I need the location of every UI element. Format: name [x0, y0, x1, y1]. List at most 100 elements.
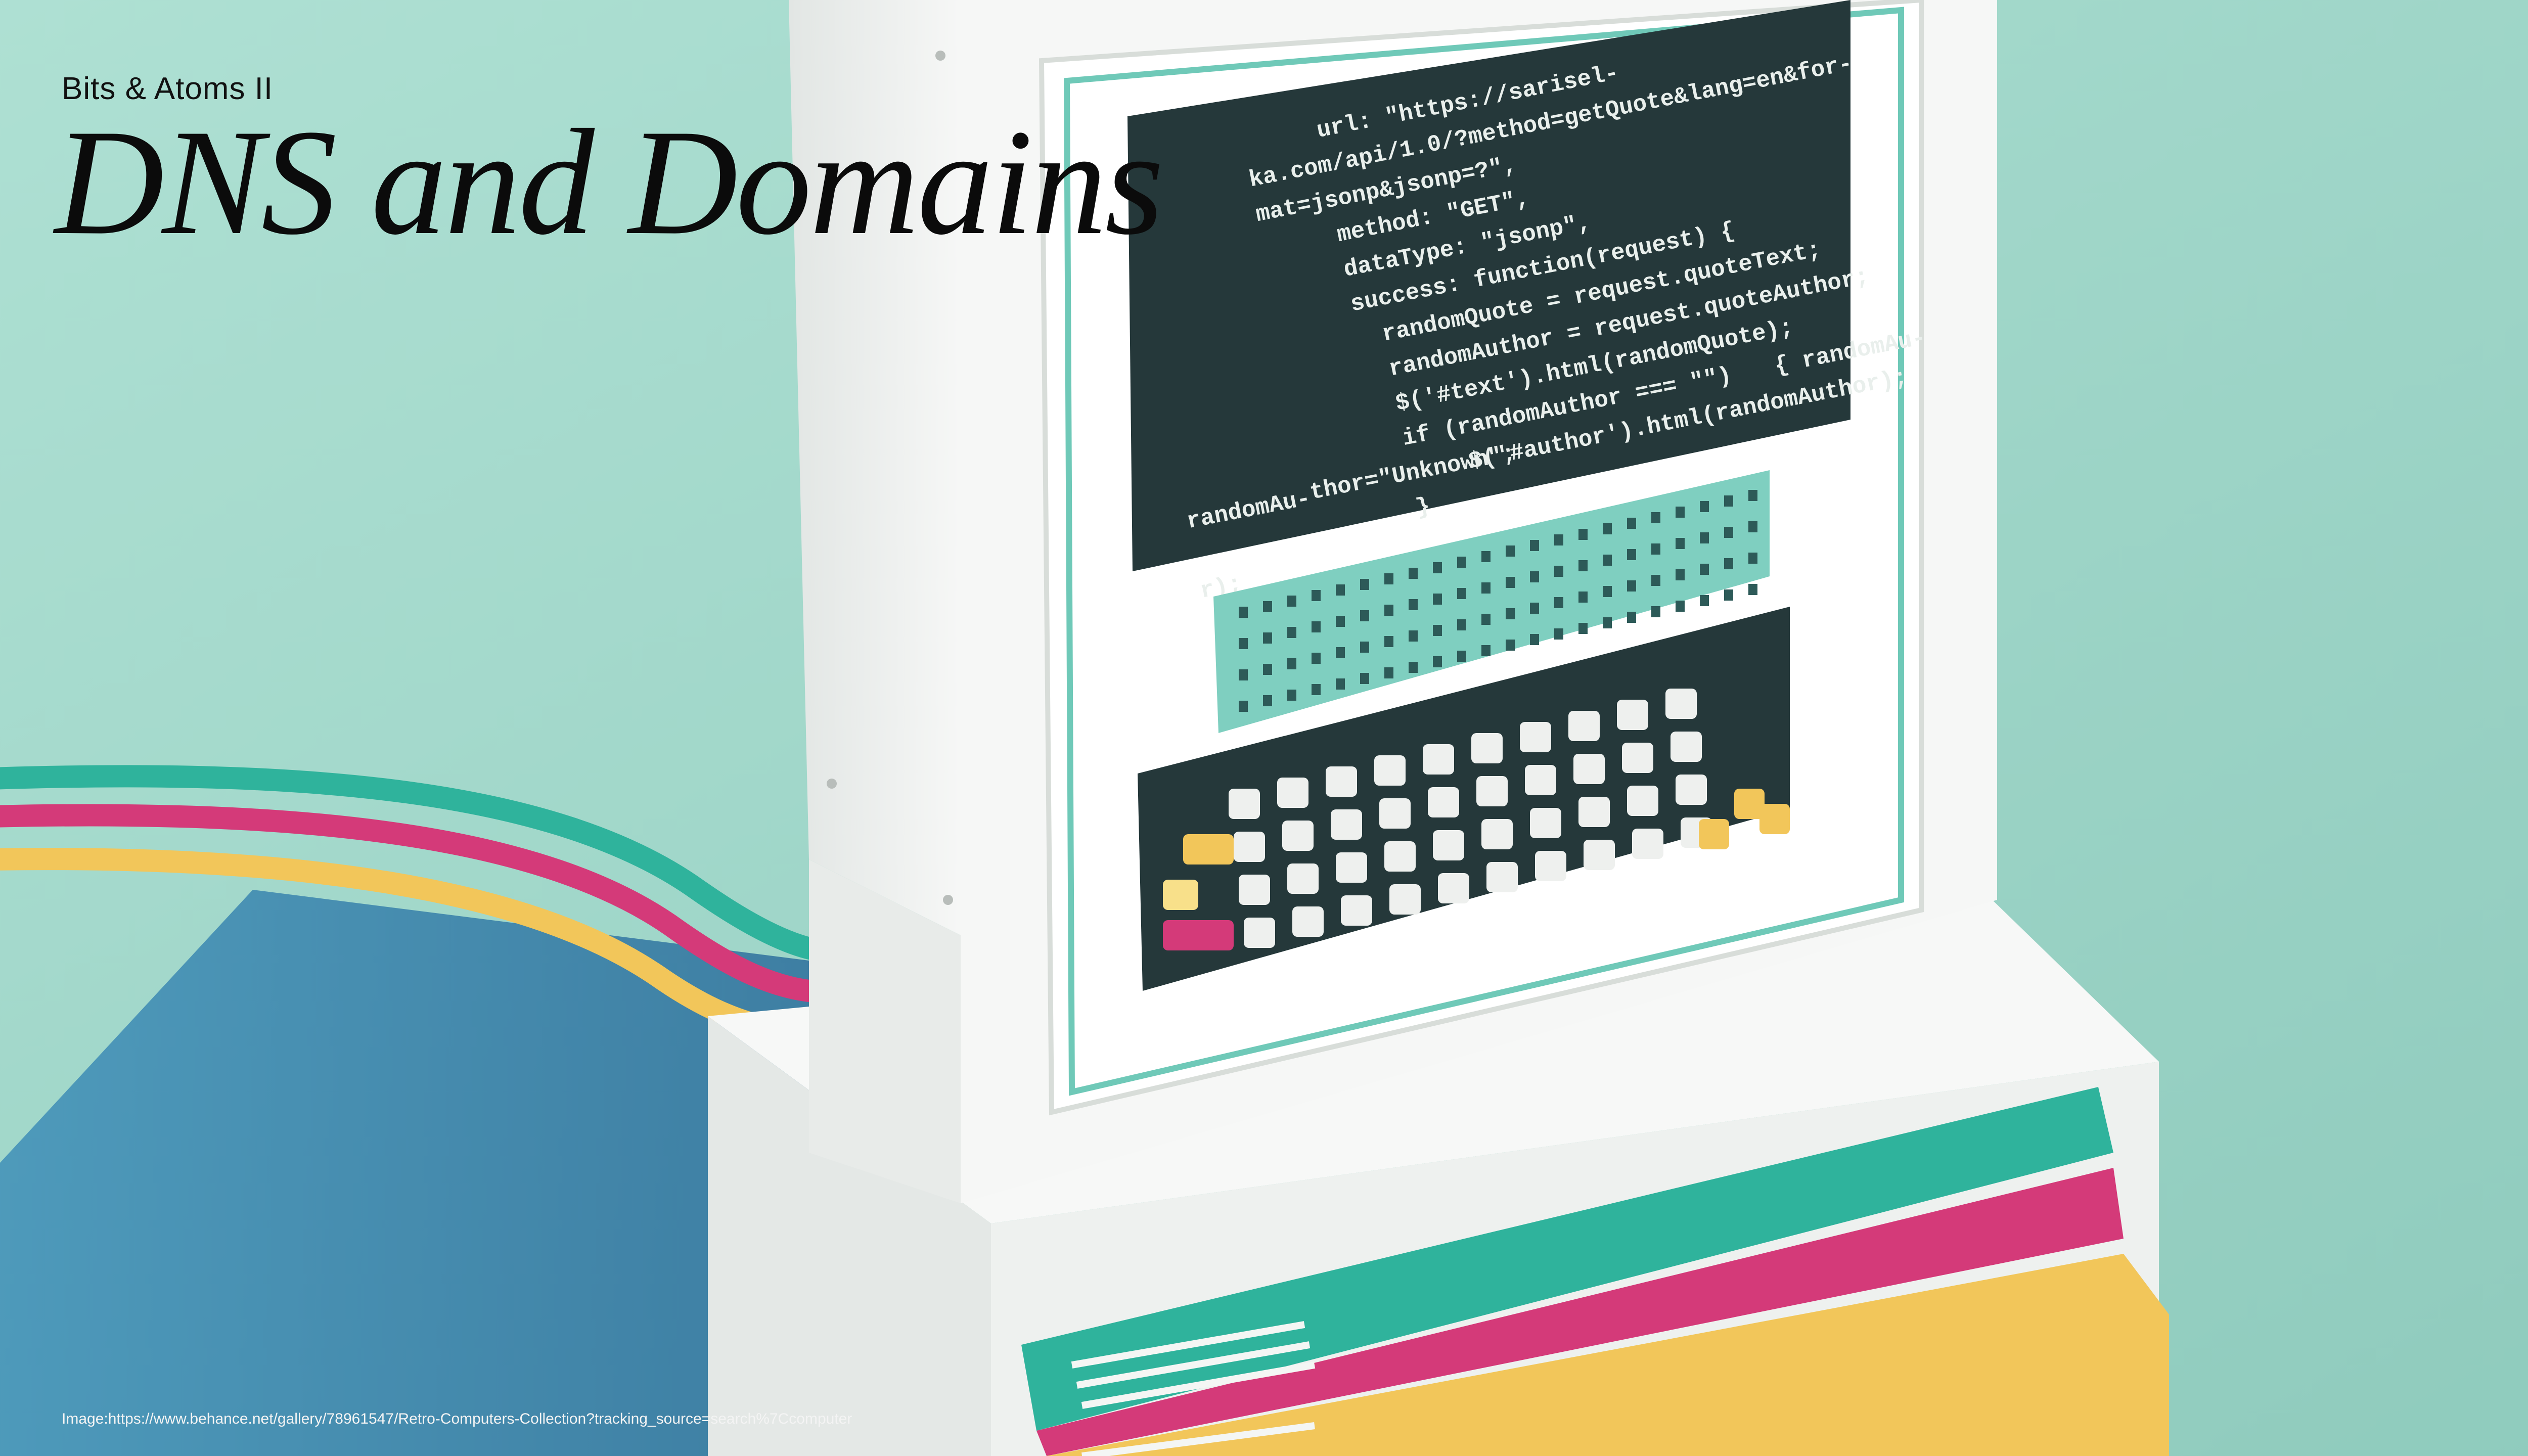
keyboard-key — [1471, 733, 1503, 763]
grille-hole — [1554, 534, 1563, 545]
grille-hole — [1384, 667, 1393, 678]
grille-hole — [1263, 632, 1272, 644]
keyboard-key — [1535, 851, 1566, 881]
keyboard-key — [1428, 787, 1459, 817]
keyboard-key — [1481, 819, 1513, 849]
grille-hole — [1433, 594, 1442, 605]
grille-hole — [1287, 596, 1296, 607]
grille-hole — [1287, 690, 1296, 701]
grille-hole — [1312, 590, 1321, 601]
grille-hole — [1239, 607, 1248, 618]
keyboard-key — [1671, 732, 1702, 762]
keyboard-key — [1341, 895, 1372, 926]
grille-hole — [1627, 580, 1636, 592]
grille-hole — [1748, 521, 1757, 532]
grille-hole — [1481, 614, 1491, 625]
grille-hole — [1239, 669, 1248, 680]
grille-hole — [1457, 557, 1466, 568]
grille-hole — [1360, 642, 1369, 653]
grille-hole — [1651, 512, 1660, 523]
keyboard-key — [1423, 744, 1454, 775]
keyboard-key — [1292, 906, 1324, 937]
grille-hole — [1433, 625, 1442, 636]
grille-hole — [1481, 582, 1491, 594]
keyboard-key — [1229, 789, 1260, 819]
grille-hole — [1700, 595, 1709, 606]
keyboard-key — [1676, 775, 1707, 805]
keyboard-key — [1389, 884, 1421, 915]
keyboard-key — [1331, 809, 1362, 840]
keyboard-key — [1568, 711, 1600, 741]
grille-hole — [1481, 645, 1491, 656]
grille-hole — [1312, 621, 1321, 632]
grille-hole — [1700, 564, 1709, 575]
keyboard-key — [1438, 873, 1469, 903]
grille-hole — [1651, 543, 1660, 555]
keyboard-key — [1433, 830, 1464, 860]
grille-hole — [1700, 501, 1709, 512]
keyboard-key — [1617, 700, 1648, 730]
grille-hole — [1384, 636, 1393, 647]
grille-hole — [1506, 577, 1515, 588]
grille-hole — [1700, 532, 1709, 543]
grille-hole — [1360, 673, 1369, 684]
grille-hole — [1409, 662, 1418, 673]
grille-hole — [1554, 566, 1563, 577]
grille-hole — [1676, 601, 1685, 612]
grille-hole — [1554, 597, 1563, 608]
grille-hole — [1457, 619, 1466, 630]
image-credit: Image:https://www.behance.net/gallery/78… — [62, 1410, 852, 1427]
grille-hole — [1360, 579, 1369, 590]
keyboard-key — [1486, 862, 1518, 892]
grille-hole — [1506, 545, 1515, 557]
keyboard-key — [1183, 834, 1234, 864]
keyboard-key — [1759, 804, 1790, 834]
grille-hole — [1676, 538, 1685, 549]
keyboard-key — [1287, 863, 1319, 894]
keyboard-key — [1573, 754, 1605, 784]
keyboard-key — [1627, 786, 1658, 816]
keyboard-key — [1622, 743, 1653, 773]
keyboard-key — [1239, 875, 1270, 905]
grille-hole — [1457, 588, 1466, 599]
grille-hole — [1530, 603, 1539, 614]
grille-hole — [1287, 627, 1296, 638]
grille-hole — [1239, 638, 1248, 649]
keyboard-key — [1525, 765, 1556, 795]
grille-hole — [1627, 612, 1636, 623]
grille-hole — [1263, 601, 1272, 612]
keyboard-key — [1277, 778, 1308, 808]
grille-hole — [1724, 558, 1733, 569]
keyboard-key — [1282, 821, 1314, 851]
keyboard-key — [1163, 880, 1198, 910]
grille-hole — [1312, 684, 1321, 695]
grille-hole — [1578, 560, 1588, 571]
grille-hole — [1481, 551, 1491, 562]
keyboard-key — [1326, 766, 1357, 797]
grille-hole — [1603, 523, 1612, 534]
keyboard-key — [1379, 798, 1411, 829]
grille-hole — [1409, 630, 1418, 642]
grille-hole — [1433, 562, 1442, 573]
keyboard-key — [1578, 797, 1610, 827]
grille-hole — [1263, 664, 1272, 675]
grille-hole — [1651, 575, 1660, 586]
keyboard-key — [1244, 918, 1275, 948]
keyboard-key — [1632, 829, 1663, 859]
grille-hole — [1676, 569, 1685, 580]
grille-hole — [1724, 495, 1733, 507]
keyboard-key — [1374, 755, 1406, 786]
slide-title: DNS and Domains — [55, 98, 1164, 266]
grille-hole — [1457, 651, 1466, 662]
keyboard-key — [1234, 832, 1265, 862]
grille-hole — [1554, 628, 1563, 640]
keyboard-key — [1476, 776, 1508, 806]
grille-hole — [1578, 592, 1588, 603]
grille-hole — [1409, 599, 1418, 610]
grille-hole — [1312, 653, 1321, 664]
grille-hole — [1409, 568, 1418, 579]
grille-hole — [1384, 605, 1393, 616]
grille-hole — [1287, 658, 1296, 669]
grille-hole — [1748, 490, 1757, 501]
grille-hole — [1603, 555, 1612, 566]
